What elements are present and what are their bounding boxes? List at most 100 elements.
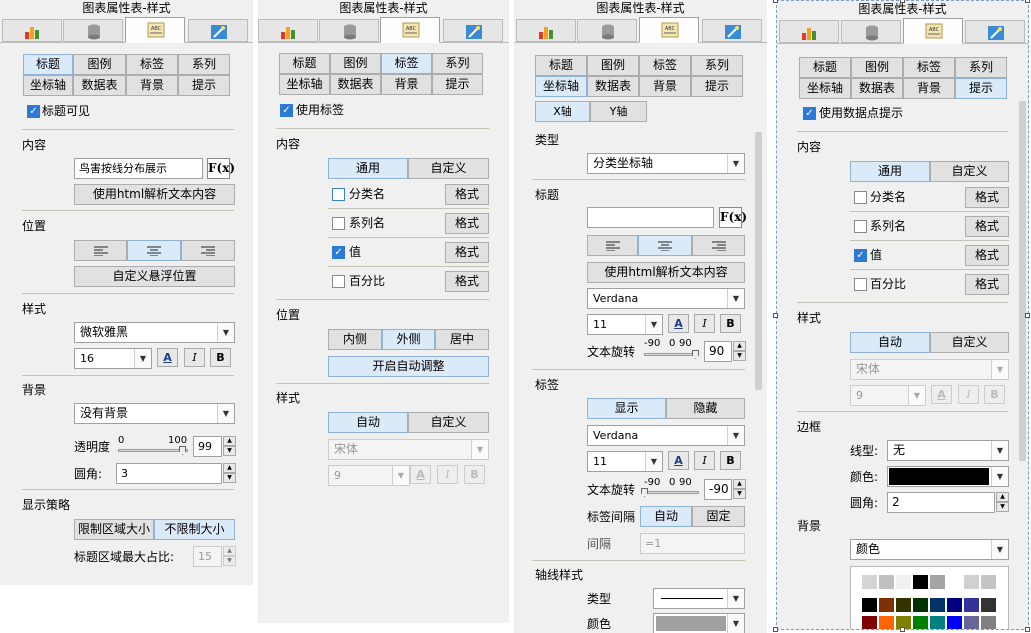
custom-style-tab[interactable]: 自定义 [930, 332, 1009, 353]
tab-axis[interactable]: 坐标轴 [799, 78, 851, 99]
color-swatch[interactable] [896, 598, 911, 612]
color-swatch[interactable] [964, 616, 979, 629]
color-swatch[interactable] [964, 598, 979, 612]
align-right-button[interactable] [181, 240, 235, 261]
tab-data[interactable] [577, 19, 637, 42]
custom-float-position-button[interactable]: 自定义悬浮位置 [74, 266, 235, 287]
align-right-button[interactable] [692, 235, 745, 256]
italic-button[interactable]: I [958, 385, 979, 404]
line-type-select[interactable]: ▼ [653, 588, 745, 609]
y-axis-tab[interactable]: Y轴 [590, 101, 647, 122]
label-rotation-thumb[interactable] [641, 488, 648, 497]
percent-format-button[interactable]: 格式 [445, 271, 489, 292]
value-format-button[interactable]: 格式 [445, 242, 489, 263]
font-size-select[interactable]: 9 ▼ [328, 465, 410, 486]
auto-adjust-button[interactable]: 开启自动调整 [328, 356, 489, 377]
color-swatch[interactable] [981, 575, 996, 589]
line-color-select[interactable]: ▼ [653, 613, 745, 633]
color-swatch[interactable] [913, 598, 928, 612]
color-swatch[interactable] [862, 575, 877, 589]
resize-handle[interactable] [900, 0, 905, 3]
font-size-select[interactable]: 16 ▼ [74, 348, 152, 369]
font-size-select[interactable]: 11 ▼ [587, 314, 663, 335]
x-axis-tab[interactable]: X轴 [535, 101, 590, 122]
opacity-spinner[interactable]: ▲ ▼ [223, 436, 236, 457]
tab-background[interactable]: 背景 [126, 75, 178, 96]
tab-series[interactable]: 系列 [432, 53, 483, 74]
italic-button[interactable]: I [184, 348, 205, 367]
tab-series[interactable]: 系列 [955, 57, 1007, 78]
border-color-select[interactable]: ▼ [887, 466, 1009, 487]
bold-button[interactable]: B [210, 348, 231, 367]
label-font-select[interactable]: Verdana ▼ [587, 425, 745, 446]
category-format-button[interactable]: 格式 [445, 184, 489, 205]
inside-button[interactable]: 内侧 [328, 329, 382, 350]
interval-auto-tab[interactable]: 自动 [640, 506, 692, 527]
color-swatch[interactable] [981, 616, 996, 629]
outside-button[interactable]: 外侧 [382, 329, 435, 350]
tab-datatable[interactable]: 数据表 [587, 76, 639, 97]
percent-format-button[interactable]: 格式 [965, 274, 1009, 295]
center-button[interactable]: 居中 [435, 329, 489, 350]
gap-input[interactable]: =1 [640, 533, 745, 554]
opacity-input[interactable]: 99 [193, 436, 222, 457]
tab-chart-type[interactable] [516, 19, 576, 42]
tab-datatable[interactable]: 数据表 [73, 75, 126, 96]
italic-button[interactable]: I [694, 314, 715, 333]
title-ratio-spinner[interactable]: ▲ ▼ [223, 546, 236, 567]
label-size-select[interactable]: 11 ▼ [587, 451, 663, 472]
category-format-button[interactable]: 格式 [965, 187, 1009, 208]
series-name-checkbox[interactable] [332, 217, 345, 230]
axis-title-input[interactable] [587, 207, 714, 228]
color-swatch[interactable] [930, 616, 945, 629]
bold-button[interactable]: B [720, 314, 741, 333]
color-swatch[interactable] [964, 575, 979, 589]
resize-handle[interactable] [1025, 627, 1030, 632]
scrollbar[interactable] [1019, 101, 1026, 461]
font-color-button[interactable]: A [410, 465, 431, 484]
tab-data[interactable] [841, 20, 901, 43]
tab-style[interactable]: ABC [125, 17, 185, 43]
tab-labels[interactable]: 标签 [381, 53, 432, 74]
tab-title[interactable]: 标题 [23, 54, 73, 75]
html-parse-button[interactable]: 使用html解析文本内容 [74, 184, 235, 205]
series-name-checkbox[interactable] [854, 220, 867, 233]
title-ratio-input[interactable]: 15 [193, 546, 222, 567]
tab-axis[interactable]: 坐标轴 [23, 75, 73, 96]
tab-effects[interactable] [188, 19, 248, 42]
bold-button[interactable]: B [464, 465, 485, 484]
tab-legend[interactable]: 图例 [330, 53, 381, 74]
value-checkbox[interactable]: ✓ [854, 249, 867, 262]
opacity-slider[interactable] [118, 449, 188, 452]
font-family-select[interactable]: 微软雅黑 ▼ [74, 322, 235, 343]
title-visible-checkbox[interactable]: ✓ [27, 105, 40, 118]
tab-legend[interactable]: 图例 [73, 54, 126, 75]
resize-handle[interactable] [900, 627, 905, 632]
title-text-input[interactable]: 鸟害按线分布展示 [74, 158, 203, 179]
tab-chart-type[interactable] [2, 19, 62, 42]
line-type-select[interactable]: 无 ▼ [887, 440, 1009, 461]
tab-effects[interactable] [443, 19, 503, 42]
tab-effects[interactable] [702, 19, 762, 42]
resize-handle[interactable] [773, 0, 778, 3]
tab-title[interactable]: 标题 [799, 57, 851, 78]
bold-button[interactable]: B [984, 385, 1005, 404]
formula-button[interactable]: F(x) [207, 158, 235, 179]
background-select[interactable]: 颜色 ▼ [850, 539, 1009, 560]
font-family-select[interactable]: Verdana ▼ [587, 288, 745, 309]
tab-data[interactable] [319, 19, 379, 42]
html-parse-button[interactable]: 使用html解析文本内容 [587, 262, 745, 283]
rotation-input[interactable]: 90 [704, 341, 732, 362]
tab-tooltip[interactable]: 提示 [178, 75, 230, 96]
border-radius-spinner[interactable]: ▲ ▼ [996, 492, 1009, 513]
tab-datatable[interactable]: 数据表 [851, 78, 903, 99]
tab-effects[interactable] [965, 20, 1025, 43]
category-name-checkbox[interactable] [854, 191, 867, 204]
no-limit-button[interactable]: 不限制大小 [154, 519, 235, 540]
tab-series[interactable]: 系列 [691, 55, 743, 76]
auto-style-tab[interactable]: 自动 [328, 412, 408, 433]
font-color-button[interactable]: A [157, 348, 178, 367]
hide-labels-tab[interactable]: 隐藏 [666, 398, 745, 419]
tab-axis[interactable]: 坐标轴 [535, 76, 587, 97]
font-family-select[interactable]: 宋体 ▼ [850, 359, 1009, 380]
